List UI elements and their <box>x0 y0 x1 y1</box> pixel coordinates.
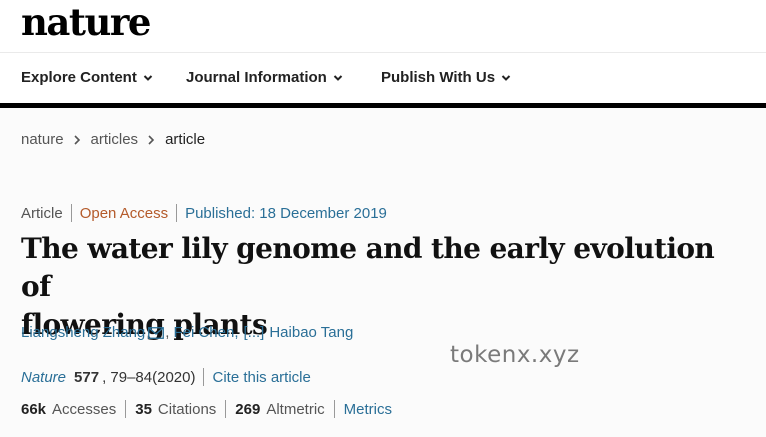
author-link[interactable]: Fei Chen, <box>173 324 238 341</box>
nav-journal-information[interactable]: Journal Information <box>186 69 343 86</box>
article-metrics: 66k Accesses 35 Citations 269 Altmetric … <box>21 400 392 418</box>
published-date[interactable]: Published: 18 December 2019 <box>185 205 387 222</box>
page-range: 79–84(2020) <box>110 368 196 386</box>
divider <box>203 368 205 386</box>
nav-label: Explore Content <box>21 69 137 86</box>
author-list: Liangsheng Zhang , Fei Chen, [...] Haiba… <box>21 324 353 341</box>
volume-number: 577 <box>74 368 100 386</box>
accesses-count: 66k <box>21 400 47 418</box>
divider <box>125 400 127 418</box>
author-separator: , <box>165 324 170 341</box>
chevron-down-icon <box>143 74 153 81</box>
chevron-right-icon <box>73 134 80 145</box>
journal-name[interactable]: Nature <box>21 369 66 386</box>
altmetric-count: 269 <box>235 400 261 418</box>
chevron-right-icon <box>148 134 155 145</box>
nav-publish-with-us[interactable]: Publish With Us <box>381 69 511 86</box>
chevron-down-icon <box>333 74 343 81</box>
author-link[interactable]: Liangsheng Zhang <box>21 324 145 341</box>
article-type: Article <box>21 204 63 222</box>
site-header: nature <box>0 0 766 52</box>
breadcrumb-nature[interactable]: nature <box>21 131 64 148</box>
breadcrumb-article: article <box>165 131 206 148</box>
title-line: The water lily genome and the early evol… <box>21 232 715 303</box>
divider <box>225 400 227 418</box>
nature-logo[interactable]: nature <box>21 2 151 42</box>
prefix-comma: , <box>102 368 111 386</box>
divider <box>333 400 335 418</box>
article-meta: Article Open Access Published: 18 Decemb… <box>21 204 387 222</box>
show-all-authors-button[interactable]: [...] <box>244 324 265 341</box>
nav-explore-content[interactable]: Explore Content <box>21 69 153 86</box>
email-icon[interactable] <box>148 326 165 339</box>
nav-label: Publish With Us <box>381 69 496 86</box>
main-nav: Explore Content Journal Information Publ… <box>0 52 766 103</box>
metrics-link[interactable]: Metrics <box>344 401 392 418</box>
article-content: nature articles article Article Open Acc… <box>0 108 766 437</box>
citation-line: Nature 577 , 79–84(2020) Cite this artic… <box>21 368 311 386</box>
accesses-label: Accesses <box>52 400 117 418</box>
divider <box>70 204 72 222</box>
divider <box>176 204 178 222</box>
breadcrumb-articles[interactable]: articles <box>91 131 139 148</box>
altmetric-label: Altmetric <box>266 400 325 418</box>
citations-count: 35 <box>135 400 152 418</box>
breadcrumb: nature articles article <box>21 131 205 148</box>
citations-label: Citations <box>157 400 217 418</box>
nav-label: Journal Information <box>186 69 327 86</box>
watermark: tokenx.xyz <box>450 342 580 368</box>
cite-this-article-link[interactable]: Cite this article <box>212 369 310 386</box>
chevron-down-icon <box>501 74 511 81</box>
open-access-label: Open Access <box>79 204 169 222</box>
author-link[interactable]: Haibao Tang <box>269 324 353 341</box>
